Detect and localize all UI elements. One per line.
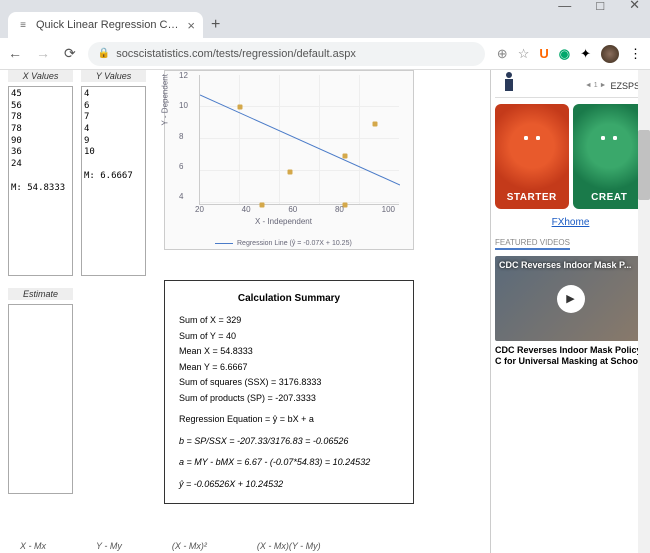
y-axis-ticks: 12 10 8 6 4 [179, 71, 188, 201]
y-values-input[interactable] [81, 86, 146, 276]
x-axis-label: X - Independent [255, 217, 312, 226]
x-axis-ticks: 20 40 60 80 100 [195, 205, 395, 214]
featured-video[interactable]: CDC Reverses Indoor Mask P... ▶ [495, 256, 646, 341]
play-icon: ▶ [557, 285, 585, 313]
summary-eq: Regression Equation = ŷ = bX + a [179, 413, 399, 427]
data-point [343, 154, 348, 159]
fxhome-link[interactable]: FXhome [495, 217, 646, 228]
mascot-creator: CREAT [573, 104, 647, 209]
y-axis-label: Y - Dependent [161, 74, 170, 125]
browser-tab[interactable]: ≡ Quick Linear Regression Calculat × [8, 12, 203, 38]
x-values-input[interactable] [8, 86, 73, 276]
tab-close-icon[interactable]: × [187, 18, 195, 33]
toolbar: ← → ⟳ 🔒 socscistatistics.com/tests/regre… [0, 38, 650, 70]
summary-meany: Mean Y = 6.6667 [179, 361, 399, 375]
forward-button[interactable]: → [36, 45, 50, 62]
calculation-summary: Calculation Summary Sum of X = 329 Sum o… [164, 280, 414, 504]
summary-sumx: Sum of X = 329 [179, 314, 399, 328]
profile-avatar[interactable] [601, 45, 619, 63]
chart-legend: Regression Line (ŷ = -0.07X + 10.25) [215, 240, 352, 247]
extensions-icon[interactable]: ✦ [580, 46, 591, 62]
lock-icon: 🔒 [98, 48, 110, 59]
search-icon[interactable]: ⊕ [497, 46, 508, 62]
url-text: socscistatistics.com/tests/regression/de… [116, 48, 356, 60]
x-values-label: X Values [8, 70, 73, 82]
ezsps-label: EZSPS [610, 81, 640, 91]
plot-area [199, 75, 399, 205]
scrollbar[interactable] [638, 70, 650, 553]
mascot-starter: STARTER [495, 104, 569, 209]
reload-button[interactable]: ⟳ [64, 45, 76, 62]
ad-indicator: ◄ 1 ► [585, 82, 607, 89]
close-button[interactable]: ✕ [629, 0, 640, 13]
legend-line-icon [215, 243, 233, 244]
person-icon [499, 70, 519, 94]
window-titlebar: — □ ✕ [0, 0, 650, 10]
ad-sidebar: ◄ 1 ► EZSPS STARTER CREAT FXhome FEATURE… [490, 70, 650, 553]
new-tab-button[interactable]: + [211, 16, 220, 38]
back-button[interactable]: ← [8, 45, 22, 62]
scrollbar-thumb[interactable] [638, 130, 650, 200]
summary-a: a = MY - bMX = 6.67 - (-0.07*54.83) = 10… [179, 456, 399, 470]
data-point [373, 122, 378, 127]
star-icon[interactable]: ☆ [518, 46, 530, 62]
summary-sp: Sum of products (SP) = -207.3333 [179, 392, 399, 406]
ad-header: ◄ 1 ► EZSPS [495, 74, 646, 98]
data-point [238, 105, 243, 110]
summary-final: ŷ = -0.06526X + 10.24532 [179, 478, 399, 492]
ad-banner[interactable]: STARTER CREAT [495, 104, 646, 209]
video-overlay-title: CDC Reverses Indoor Mask P... [499, 260, 642, 270]
video-caption: CDC Reverses Indoor Mask Policy, C for U… [495, 345, 646, 367]
residual-headers: X - Mx Y - My (X - Mx)² (X - Mx)(Y - My) [20, 541, 321, 551]
page-content: X Values Estimate Y Values 12 10 8 6 4 Y… [0, 70, 650, 553]
summary-meanx: Mean X = 54.8333 [179, 345, 399, 359]
minimize-button[interactable]: — [558, 0, 571, 13]
extension-u-icon[interactable]: U [539, 46, 548, 61]
estimate-input[interactable] [8, 304, 73, 494]
estimate-label: Estimate [8, 288, 73, 300]
y-values-label: Y Values [81, 70, 146, 82]
summary-sumy: Sum of Y = 40 [179, 330, 399, 344]
tab-strip: ≡ Quick Linear Regression Calculat × + [0, 10, 650, 38]
extension-g-icon[interactable]: ◉ [559, 46, 570, 62]
summary-b: b = SP/SSX = -207.33/3176.83 = -0.06526 [179, 435, 399, 449]
browser-chrome: — □ ✕ ≡ Quick Linear Regression Calculat… [0, 0, 650, 70]
address-bar[interactable]: 🔒 socscistatistics.com/tests/regression/… [88, 42, 485, 66]
main-area: X Values Estimate Y Values 12 10 8 6 4 Y… [0, 70, 490, 553]
data-point [288, 170, 293, 175]
favicon-icon: ≡ [16, 18, 30, 32]
featured-videos-label: FEATURED VIDEOS [495, 238, 570, 250]
maximize-button[interactable]: □ [596, 0, 604, 13]
menu-icon[interactable]: ⋮ [629, 46, 642, 62]
tab-title: Quick Linear Regression Calculat [36, 19, 181, 31]
regression-chart: 12 10 8 6 4 Y - Dependent 20 [164, 70, 414, 250]
summary-ssx: Sum of squares (SSX) = 3176.8333 [179, 376, 399, 390]
regression-line [200, 75, 400, 205]
summary-title: Calculation Summary [179, 291, 399, 306]
